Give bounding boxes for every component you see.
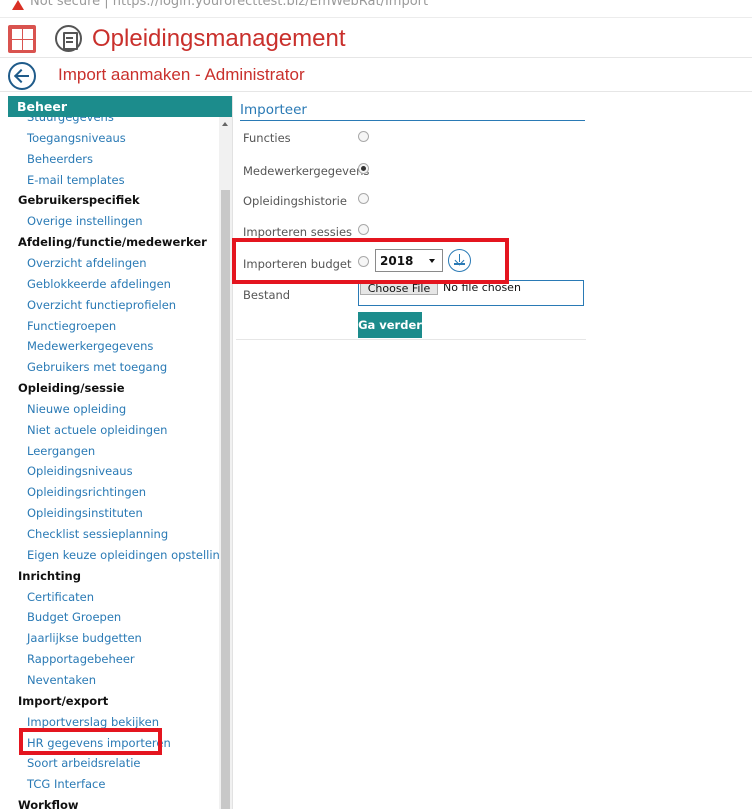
import-form: Importeer Functies Medewerkergegevens Op…	[236, 96, 752, 809]
radio-medewerkergegevens[interactable]	[358, 163, 369, 174]
sidebar-item-jaarlijkse-budgetten[interactable]: Jaarlijkse budgetten	[8, 631, 142, 645]
sidebar-item-medewerkergegevens[interactable]: Medewerkergegevens	[8, 339, 153, 353]
radio-opleidingshistorie[interactable]	[358, 193, 369, 204]
sidebar-item-overzicht-afdelingen[interactable]: Overzicht afdelingen	[8, 256, 146, 270]
radio-functies[interactable]	[358, 131, 369, 142]
sidebar-item-overige-instellingen[interactable]: Overige instellingen	[8, 214, 142, 228]
sidebar-item-certificaten[interactable]: Certificaten	[8, 590, 94, 604]
app-window: Not secure | https://login.yourorecttest…	[0, 0, 752, 809]
sidebar-item-toegangsniveaus[interactable]: Toegangsniveaus	[8, 131, 126, 145]
sidebar: Beheer Stuurgegevens Toegangsniveaus Behee…	[8, 96, 233, 809]
page-title-bar: Import aanmaken - Administrator	[0, 58, 752, 92]
grid-icon[interactable]	[8, 25, 36, 53]
sidebar-item-beheerders[interactable]: Beheerders	[8, 152, 93, 166]
sidebar-item-neventaken[interactable]: Neventaken	[8, 673, 96, 687]
sidebar-item-tcg-interface[interactable]: TCG Interface	[8, 777, 105, 791]
sidebar-item-stuurgegevens[interactable]: Stuurgegevens	[8, 117, 114, 124]
section-divider	[240, 120, 585, 121]
option-medewerkergegevens-label: Medewerkergegevens	[243, 164, 370, 178]
sidebar-item-opleidingsrichtingen[interactable]: Opleidingsrichtingen	[8, 485, 146, 499]
sidebar-scrollbar[interactable]	[219, 117, 232, 809]
sidebar-section-inrichting: Inrichting	[18, 569, 81, 583]
option-functies-label: Functies	[243, 131, 291, 145]
section-title: Importeer	[240, 102, 307, 118]
sidebar-menu: Stuurgegevens Toegangsniveaus Beheerders E-…	[8, 117, 220, 809]
option-opleidingshistorie-label: Opleidingshistorie	[243, 194, 347, 208]
sidebar-section-gebruikerspecifiek: Gebruikerspecifiek	[18, 193, 140, 207]
scrollbar-thumb[interactable]	[221, 190, 230, 809]
sidebar-item-niet-actuele-opleidingen[interactable]: Niet actuele opleidingen	[8, 423, 167, 437]
annotation-highlight-hr-import	[19, 728, 162, 755]
sidebar-section-opleiding-sessie: Opleiding/sessie	[18, 381, 125, 395]
sidebar-header: Beheer	[8, 96, 232, 117]
sidebar-section-import-export: Import/export	[18, 694, 109, 708]
sidebar-item-gebruikers-met-toegang[interactable]: Gebruikers met toegang	[8, 360, 167, 374]
back-arrow-icon[interactable]	[8, 62, 36, 90]
page-title: Import aanmaken - Administrator	[58, 65, 305, 84]
sidebar-item-soort-arbeidsrelatie[interactable]: Soort arbeidsrelatie	[8, 756, 140, 770]
url-text[interactable]: Not secure | https://login.yourorecttest…	[30, 0, 428, 9]
sidebar-item-opleidingsinstituten[interactable]: Opleidingsinstituten	[8, 506, 143, 520]
option-importeren-sessies-label: Importeren sessies	[243, 225, 353, 239]
file-label: Bestand	[243, 288, 291, 302]
app-title: Opleidingsmanagement	[92, 25, 346, 52]
sidebar-item-functiegroepen[interactable]: Functiegroepen	[8, 319, 116, 333]
sidebar-item-rapportagebeheer[interactable]: Rapportagebeheer	[8, 652, 135, 666]
browser-url-bar[interactable]: Not secure | https://login.yourorecttest…	[0, 0, 752, 18]
sidebar-item-eigen-keuze-opleidingen-opstelling[interactable]: Eigen keuze opleidingen opstelling	[8, 548, 220, 562]
sidebar-item-nieuwe-opleiding[interactable]: Nieuwe opleiding	[8, 402, 126, 416]
sidebar-item-importverslag-bekijken[interactable]: Importverslag bekijken	[8, 715, 159, 729]
sidebar-item-geblokkeerde-afdelingen[interactable]: Geblokkeerde afdelingen	[8, 277, 171, 291]
sidebar-section-afdeling-functie-medewerker: Afdeling/functie/medewerker	[18, 235, 207, 249]
sidebar-item-budget-groepen[interactable]: Budget Groepen	[8, 610, 121, 624]
document-icon	[55, 25, 82, 52]
scroll-up-icon[interactable]	[222, 122, 228, 126]
sidebar-section-workflow: Workflow	[18, 798, 79, 809]
sidebar-item-e-mail-templates[interactable]: E-mail templates	[8, 173, 125, 187]
app-header: Opleidingsmanagement	[0, 18, 752, 58]
sidebar-item-overzicht-functieprofielen[interactable]: Overzicht functieprofielen	[8, 298, 176, 312]
continue-button[interactable]: Ga verder	[358, 312, 422, 338]
form-divider	[236, 339, 586, 340]
sidebar-item-checklist-sessieplanning[interactable]: Checklist sessieplanning	[8, 527, 168, 541]
warning-icon	[12, 0, 24, 10]
radio-importeren-sessies[interactable]	[358, 224, 369, 235]
annotation-highlight-budget	[232, 238, 509, 284]
sidebar-item-opleidingsniveaus[interactable]: Opleidingsniveaus	[8, 464, 133, 478]
sidebar-item-leergangen[interactable]: Leergangen	[8, 444, 95, 458]
